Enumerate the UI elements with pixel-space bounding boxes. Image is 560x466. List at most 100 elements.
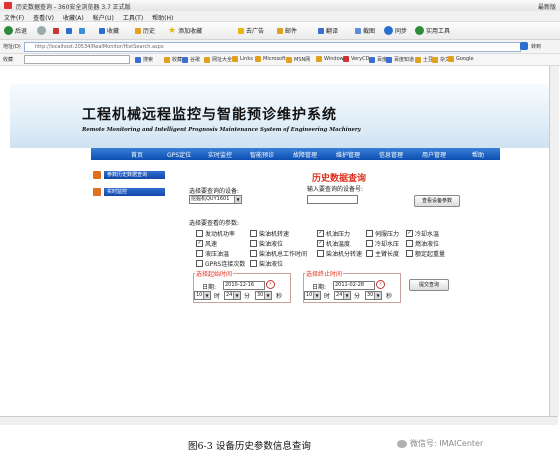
calendar-icon[interactable]: ☓ <box>266 280 275 289</box>
favorite-link[interactable]: Microsoft <box>255 56 286 62</box>
menu-item[interactable]: 收藏(A) <box>63 15 84 22</box>
device-select[interactable]: 挖掘机QUY1601 ▼ <box>189 195 242 204</box>
start-second-select[interactable]: 30 ▼ <box>255 291 272 300</box>
checkbox-box[interactable] <box>406 240 413 247</box>
checkbox-box[interactable] <box>366 230 373 237</box>
nav-prognosis[interactable]: 智能预诊 <box>250 150 274 159</box>
favorite-link[interactable]: Window <box>316 56 344 62</box>
nav-home[interactable]: 首页 <box>131 150 143 159</box>
param-checkbox[interactable]: 柴油机总工作时间 <box>250 249 307 258</box>
favorite-link[interactable]: MSN网 <box>286 56 310 63</box>
home-button[interactable] <box>79 25 85 36</box>
favorite-link[interactable]: 土豆 <box>415 56 433 63</box>
favorite-link[interactable]: 网址大全 <box>204 56 232 63</box>
param-checkbox[interactable]: ✓ 机油温度 <box>317 239 350 248</box>
checkbox-box[interactable] <box>366 250 373 257</box>
param-checkbox[interactable]: ✓ 冷却水温 <box>406 229 439 238</box>
checkbox-box[interactable] <box>250 250 257 257</box>
checkbox-box[interactable]: ✓ <box>196 240 203 247</box>
menu-item[interactable]: 帮助(H) <box>152 15 173 22</box>
start-hour-select[interactable]: 10 ▼ <box>194 291 211 300</box>
nav-maintenance[interactable]: 维护管理 <box>336 150 360 159</box>
sync-button[interactable]: 同步 <box>384 25 407 36</box>
favorite-link[interactable]: Google <box>448 56 474 62</box>
favorite-link[interactable]: 百度知道 <box>386 56 414 63</box>
param-checkbox[interactable]: 柴油液位 <box>250 259 283 268</box>
tools-button[interactable]: 实用工具 <box>415 25 450 36</box>
checkbox-box[interactable]: ✓ <box>406 230 413 237</box>
checkbox-box[interactable] <box>196 250 203 257</box>
param-checkbox[interactable]: 燃油液位 <box>406 239 439 248</box>
favorites-button[interactable]: 收藏 <box>99 25 119 36</box>
checkbox-box[interactable] <box>250 240 257 247</box>
end-hour-select[interactable]: 10 ▼ <box>304 291 321 300</box>
sidebar-item-history[interactable]: 参数历史数据查询 <box>93 170 165 179</box>
calendar-icon[interactable]: ☓ <box>376 280 385 289</box>
favorite-link[interactable]: Links <box>232 56 253 62</box>
sidebar-item-realtime[interactable]: 实时监控 <box>93 187 165 196</box>
favorite-link[interactable]: VeryCD <box>343 56 369 62</box>
menu-item[interactable]: 工具(T) <box>123 15 143 22</box>
go-icon[interactable] <box>520 42 528 50</box>
end-second-select[interactable]: 30 ▼ <box>365 291 382 300</box>
back-button[interactable]: 后退 <box>4 25 27 36</box>
favorite-link[interactable]: 谷歌 <box>182 56 200 63</box>
star-icon: ★ <box>168 25 177 36</box>
end-date-input[interactable]: 2011-02-28 <box>333 281 375 290</box>
ad-block-button[interactable]: 去广告 <box>238 25 264 36</box>
menu-item[interactable]: 查看(V) <box>33 15 54 22</box>
translate-button[interactable]: 翻译 <box>318 25 338 36</box>
submit-query-button[interactable]: 提交查询 <box>409 279 449 291</box>
nav-info[interactable]: 信息管理 <box>379 150 403 159</box>
param-checkbox[interactable]: 主臂长度 <box>366 249 399 258</box>
search-input[interactable] <box>24 55 130 64</box>
param-checkbox[interactable]: ✓ 机油压力 <box>317 229 350 238</box>
forward-button[interactable] <box>37 25 46 36</box>
start-date-input[interactable]: 2010-12-16 <box>223 281 265 290</box>
checkbox-box[interactable] <box>366 240 373 247</box>
checkbox-box[interactable] <box>406 250 413 257</box>
checkbox-box[interactable] <box>250 260 257 267</box>
device-no-input[interactable] <box>307 195 358 204</box>
view-device-params-button[interactable]: 查看设备参数 <box>414 195 460 207</box>
checkbox-box[interactable]: ✓ <box>317 240 324 247</box>
latest-version-link[interactable]: 最新版 <box>538 2 556 11</box>
go-button[interactable]: 转到 <box>531 43 541 50</box>
mail-button[interactable]: 邮件 <box>277 25 297 36</box>
checkbox-box[interactable]: ✓ <box>317 230 324 237</box>
nav-realtime[interactable]: 实时监控 <box>208 150 232 159</box>
nav-fault[interactable]: 故障管理 <box>293 150 317 159</box>
end-minute-select[interactable]: 24 ▼ <box>334 291 351 300</box>
nav-gps[interactable]: GPS定位 <box>167 150 191 159</box>
history-button[interactable]: 历史 <box>135 25 155 36</box>
param-checkbox[interactable]: 发动机功率 <box>196 229 235 238</box>
nav-help[interactable]: 帮助 <box>472 150 484 159</box>
search-button[interactable]: 搜索 <box>135 56 153 63</box>
horizontal-scrollbar[interactable] <box>0 416 558 425</box>
checkbox-box[interactable] <box>317 250 324 257</box>
param-checkbox[interactable]: 液压油温 <box>196 249 229 258</box>
nav-user[interactable]: 用户管理 <box>422 150 446 159</box>
checkbox-box[interactable] <box>196 260 203 267</box>
param-checkbox[interactable]: 额定起重量 <box>406 249 445 258</box>
stop-button[interactable] <box>53 25 59 36</box>
param-checkbox[interactable]: 柴油液位 <box>250 239 283 248</box>
vertical-scrollbar[interactable] <box>549 66 559 416</box>
menu-item[interactable]: 帐户(U) <box>93 15 114 22</box>
param-checkbox[interactable]: 冷却水压 <box>366 239 399 248</box>
param-checkbox[interactable]: 柴油机转速 <box>250 229 289 238</box>
favorite-link[interactable]: 收藏 <box>164 56 182 63</box>
param-checkbox[interactable]: GPRS连接次数 <box>196 259 245 268</box>
checkbox-box[interactable] <box>250 230 257 237</box>
checkbox-box[interactable] <box>196 230 203 237</box>
address-input[interactable]: http://localhost:20534/RealMonitor/HistS… <box>24 42 521 52</box>
menu-item[interactable]: 文件(F) <box>4 15 24 22</box>
add-favorite-button[interactable]: ★ 添加收藏 <box>168 25 202 36</box>
screenshot-button[interactable]: 截图 <box>355 25 375 36</box>
param-checkbox[interactable]: ✓ 风速 <box>196 239 217 248</box>
favorite-link[interactable]: 百度 <box>369 56 387 63</box>
start-minute-select[interactable]: 24 ▼ <box>224 291 241 300</box>
param-checkbox[interactable]: 柴油机分转速 <box>317 249 362 258</box>
param-checkbox[interactable]: 伺服压力 <box>366 229 399 238</box>
refresh-button[interactable] <box>66 25 72 36</box>
